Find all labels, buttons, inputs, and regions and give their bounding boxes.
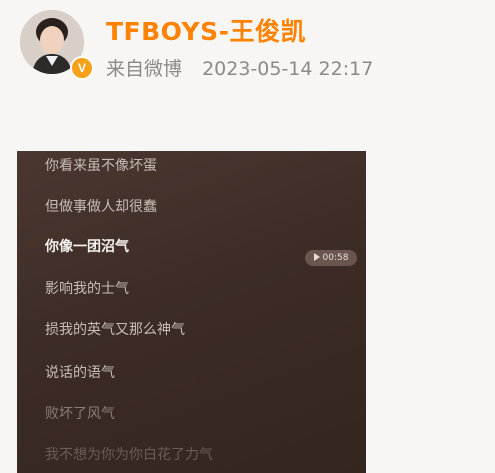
- lyric-line: 但做事做人却很蠢: [45, 199, 157, 215]
- post-source: 来自微博: [106, 58, 183, 80]
- play-icon: [313, 253, 320, 261]
- lyric-line: 你看来虽不像坏蛋: [45, 158, 157, 174]
- post-timestamp[interactable]: 2023-05-14 22:17: [202, 58, 373, 80]
- lyric-line: 影响我的士气: [45, 281, 129, 297]
- lyric-line: 败坏了风气: [45, 406, 115, 422]
- weibo-post: V TFBOYS-王俊凯 来自微博 2023-05-14 22:17 你看来虽不…: [0, 0, 495, 473]
- video-duration-badge[interactable]: 00:58: [305, 250, 357, 266]
- video-card[interactable]: 你看来虽不像坏蛋 但做事做人却很蠢 你像一团沼气 影响我的士气 损我的英气又那么…: [17, 151, 366, 473]
- username[interactable]: TFBOYS-王俊凯: [106, 12, 306, 48]
- lyric-line: 我不想为你为你白花了力气: [45, 447, 213, 463]
- video-duration: 00:58: [322, 253, 349, 263]
- lyric-line-current: 你像一团沼气: [45, 239, 129, 255]
- verified-badge-icon: V: [70, 56, 94, 80]
- post-header: V TFBOYS-王俊凯 来自微博 2023-05-14 22:17: [16, 8, 476, 80]
- post-meta: 来自微博 2023-05-14 22:17: [106, 54, 373, 81]
- lyric-line: 说话的语气: [45, 365, 115, 381]
- lyric-line: 损我的英气又那么神气: [45, 322, 185, 338]
